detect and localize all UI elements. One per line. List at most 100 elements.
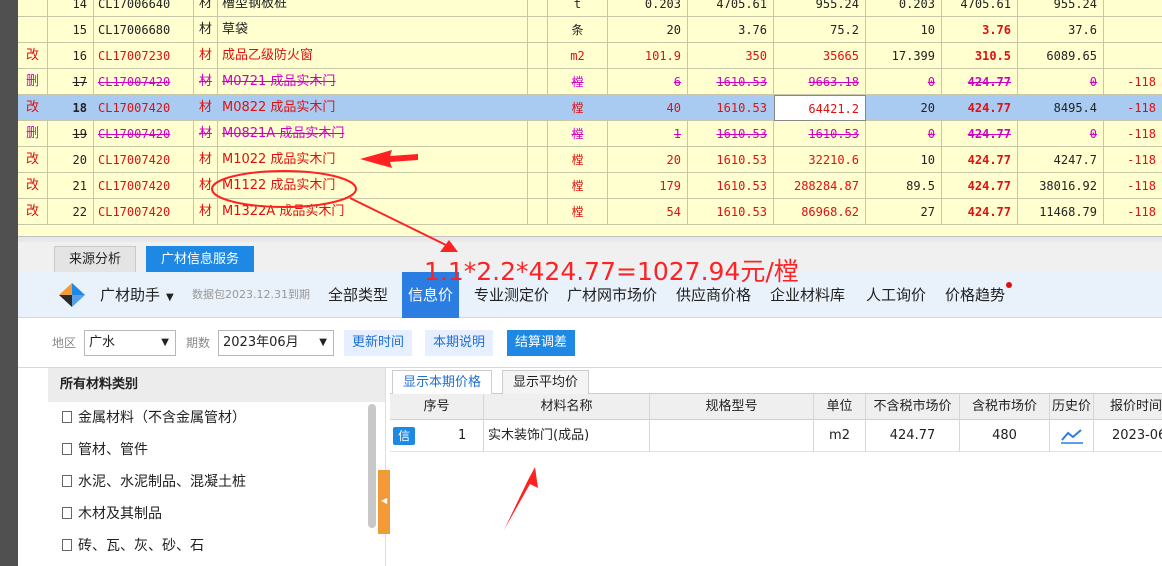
table-row[interactable]: 14 CL17006640 材槽型钢板桩 t 0.203 4705.61 955.24 0.2… <box>18 0 1162 17</box>
cell-spec[interactable] <box>528 69 548 95</box>
tab-current-price[interactable]: 显示本期价格 <box>392 370 493 394</box>
cell-amount[interactable]: 64421.2 <box>774 95 866 121</box>
cell-name[interactable]: M0721 成品实木门 <box>218 69 528 95</box>
cell-qty2[interactable]: 10 <box>866 147 942 173</box>
cell-type[interactable]: 材 <box>194 199 218 225</box>
cell-price[interactable]: 1610.53 <box>688 173 774 199</box>
cell-qty2[interactable]: 0 <box>866 69 942 95</box>
cell-qty[interactable]: 20 <box>608 17 688 43</box>
cell-unit[interactable]: 樘 <box>548 121 608 147</box>
cell-amount2[interactable]: 11468.79 <box>1018 199 1104 225</box>
cell-qty2[interactable]: 0 <box>866 121 942 147</box>
cell-amount[interactable]: 288284.87 <box>774 173 866 199</box>
tree-item[interactable]: 砖、瓦、灰、砂、石 <box>48 530 385 562</box>
settle-adjust-button[interactable]: 结算调差 <box>507 330 576 356</box>
col-spec[interactable]: 规格型号 <box>650 394 814 420</box>
cell-price[interactable]: 1610.53 <box>688 95 774 121</box>
cell-type[interactable]: 材 <box>194 0 218 17</box>
cell-qty[interactable]: 20 <box>608 147 688 173</box>
cell-code[interactable]: CL17007230 <box>94 43 194 69</box>
cell-extra[interactable]: -118 <box>1104 199 1162 225</box>
cell-type[interactable]: 材 <box>194 95 218 121</box>
cell-qty2[interactable]: 17.399 <box>866 43 942 69</box>
cell-code[interactable]: CL17006680 <box>94 17 194 43</box>
cell-qty2[interactable]: 89.5 <box>866 173 942 199</box>
cell-amount[interactable]: 9663.18 <box>774 69 866 95</box>
cell-spec[interactable] <box>528 147 548 173</box>
tree-item[interactable]: 水泥、水泥制品、混凝土桩 <box>48 466 385 498</box>
menu-price-trend[interactable]: 价格趋势 <box>945 272 1005 318</box>
cell-qty2[interactable]: 27 <box>866 199 942 225</box>
cell-spec[interactable] <box>528 95 548 121</box>
cell-unit[interactable]: m2 <box>548 43 608 69</box>
table-row[interactable]: 改 16 CL17007230 材成品乙级防火窗 m2 101.9 350 35665 17.3… <box>18 43 1162 69</box>
cell-type[interactable]: 材 <box>194 121 218 147</box>
cell-type[interactable]: 材 <box>194 173 218 199</box>
cell-status[interactable]: 改 <box>18 147 48 173</box>
cell-amount[interactable]: 75.2 <box>774 17 866 43</box>
cell-qty[interactable]: 0.203 <box>608 0 688 17</box>
cell-spec[interactable] <box>528 43 548 69</box>
col-history[interactable]: 历史价 <box>1050 394 1094 420</box>
cell-type[interactable]: 材 <box>194 69 218 95</box>
cell-name[interactable]: 槽型钢板桩 <box>218 0 528 17</box>
cell-name[interactable]: M1322A 成品实木门 <box>218 199 528 225</box>
cell-name[interactable]: M0822 成品实木门 <box>218 95 528 121</box>
cell-status[interactable]: 改 <box>18 43 48 69</box>
cell-price2[interactable]: 424.77 <box>942 173 1018 199</box>
cell-unit[interactable]: 条 <box>548 17 608 43</box>
cell-type[interactable]: 材 <box>194 43 218 69</box>
cell-status[interactable]: 改 <box>18 173 48 199</box>
cell-qty2[interactable]: 10 <box>866 17 942 43</box>
cell-amount2[interactable]: 0 <box>1018 121 1104 147</box>
tab-info-service[interactable]: 广材信息服务 <box>146 246 255 272</box>
cell-extra[interactable]: -118 <box>1104 147 1162 173</box>
cell-name[interactable]: 成品乙级防火窗 <box>218 43 528 69</box>
tree-scrollbar[interactable] <box>368 404 376 528</box>
cell-extra[interactable]: -118 <box>1104 95 1162 121</box>
cell-qty[interactable]: 179 <box>608 173 688 199</box>
tab-average-price[interactable]: 显示平均价 <box>502 370 590 394</box>
cell-price2[interactable]: 424.77 <box>942 95 1018 121</box>
cell-extra[interactable]: -118 <box>1104 121 1162 147</box>
cell-no[interactable]: 16 <box>48 43 94 69</box>
table-row[interactable]: 改 18 CL17007420 材 M0822 成品实木门樘 40 1610.53 64421… <box>18 95 1162 121</box>
col-name[interactable]: 材料名称 <box>484 394 650 420</box>
cell-unit[interactable]: 樘 <box>548 69 608 95</box>
cell-amount2[interactable]: 6089.65 <box>1018 43 1104 69</box>
cell-status[interactable]: 删 <box>18 69 48 95</box>
cell-code[interactable]: CL17007420 <box>94 199 194 225</box>
cell-status[interactable]: 改 <box>18 199 48 225</box>
cell-qty[interactable]: 101.9 <box>608 43 688 69</box>
tree-item[interactable]: 金属材料（不含金属管材） <box>48 402 385 434</box>
cell-no[interactable]: 20 <box>48 147 94 173</box>
cell-name[interactable]: M1122 成品实木门 <box>218 173 528 199</box>
col-no[interactable]: 序号 <box>390 394 484 420</box>
table-row[interactable]: 改 20 CL17007420 材 M1022 成品实木门樘 20 1610.53 32210… <box>18 147 1162 173</box>
cell-code[interactable]: CL17007420 <box>94 121 194 147</box>
cell-amount2[interactable]: 37.6 <box>1018 17 1104 43</box>
cell-spec[interactable] <box>528 173 548 199</box>
cell-spec[interactable] <box>528 0 548 17</box>
tree-item[interactable]: 木材及其制品 <box>48 498 385 530</box>
cell-code[interactable]: CL17006640 <box>94 0 194 17</box>
cell-price[interactable]: 1610.53 <box>688 69 774 95</box>
cell-qty[interactable]: 54 <box>608 199 688 225</box>
cell-unit[interactable]: 樘 <box>548 199 608 225</box>
cell-name[interactable]: 草袋 <box>218 17 528 43</box>
cell-price[interactable]: 4705.61 <box>688 0 774 17</box>
menu-all-types[interactable]: 全部类型 <box>328 272 388 318</box>
cell-price[interactable]: 1610.53 <box>688 199 774 225</box>
cell-amount[interactable]: 955.24 <box>774 0 866 17</box>
cell-no[interactable]: 22 <box>48 199 94 225</box>
cell-amount2[interactable]: 4247.7 <box>1018 147 1104 173</box>
cell-unit[interactable]: t <box>548 0 608 17</box>
period-select[interactable]: 2023年06月 ▼ <box>218 330 334 356</box>
table-row[interactable]: 15 CL17006680 材草袋条 20 3.76 75.2 10 3.76 37.6 <box>18 17 1162 43</box>
col-price-inc-tax[interactable]: 含税市场价 <box>960 394 1050 420</box>
cell-status[interactable] <box>18 17 48 43</box>
cell-no[interactable]: 14 <box>48 0 94 17</box>
cell-extra[interactable]: -118 <box>1104 173 1162 199</box>
cell-extra[interactable] <box>1104 43 1162 69</box>
cell-qty2[interactable]: 0.203 <box>866 0 942 17</box>
